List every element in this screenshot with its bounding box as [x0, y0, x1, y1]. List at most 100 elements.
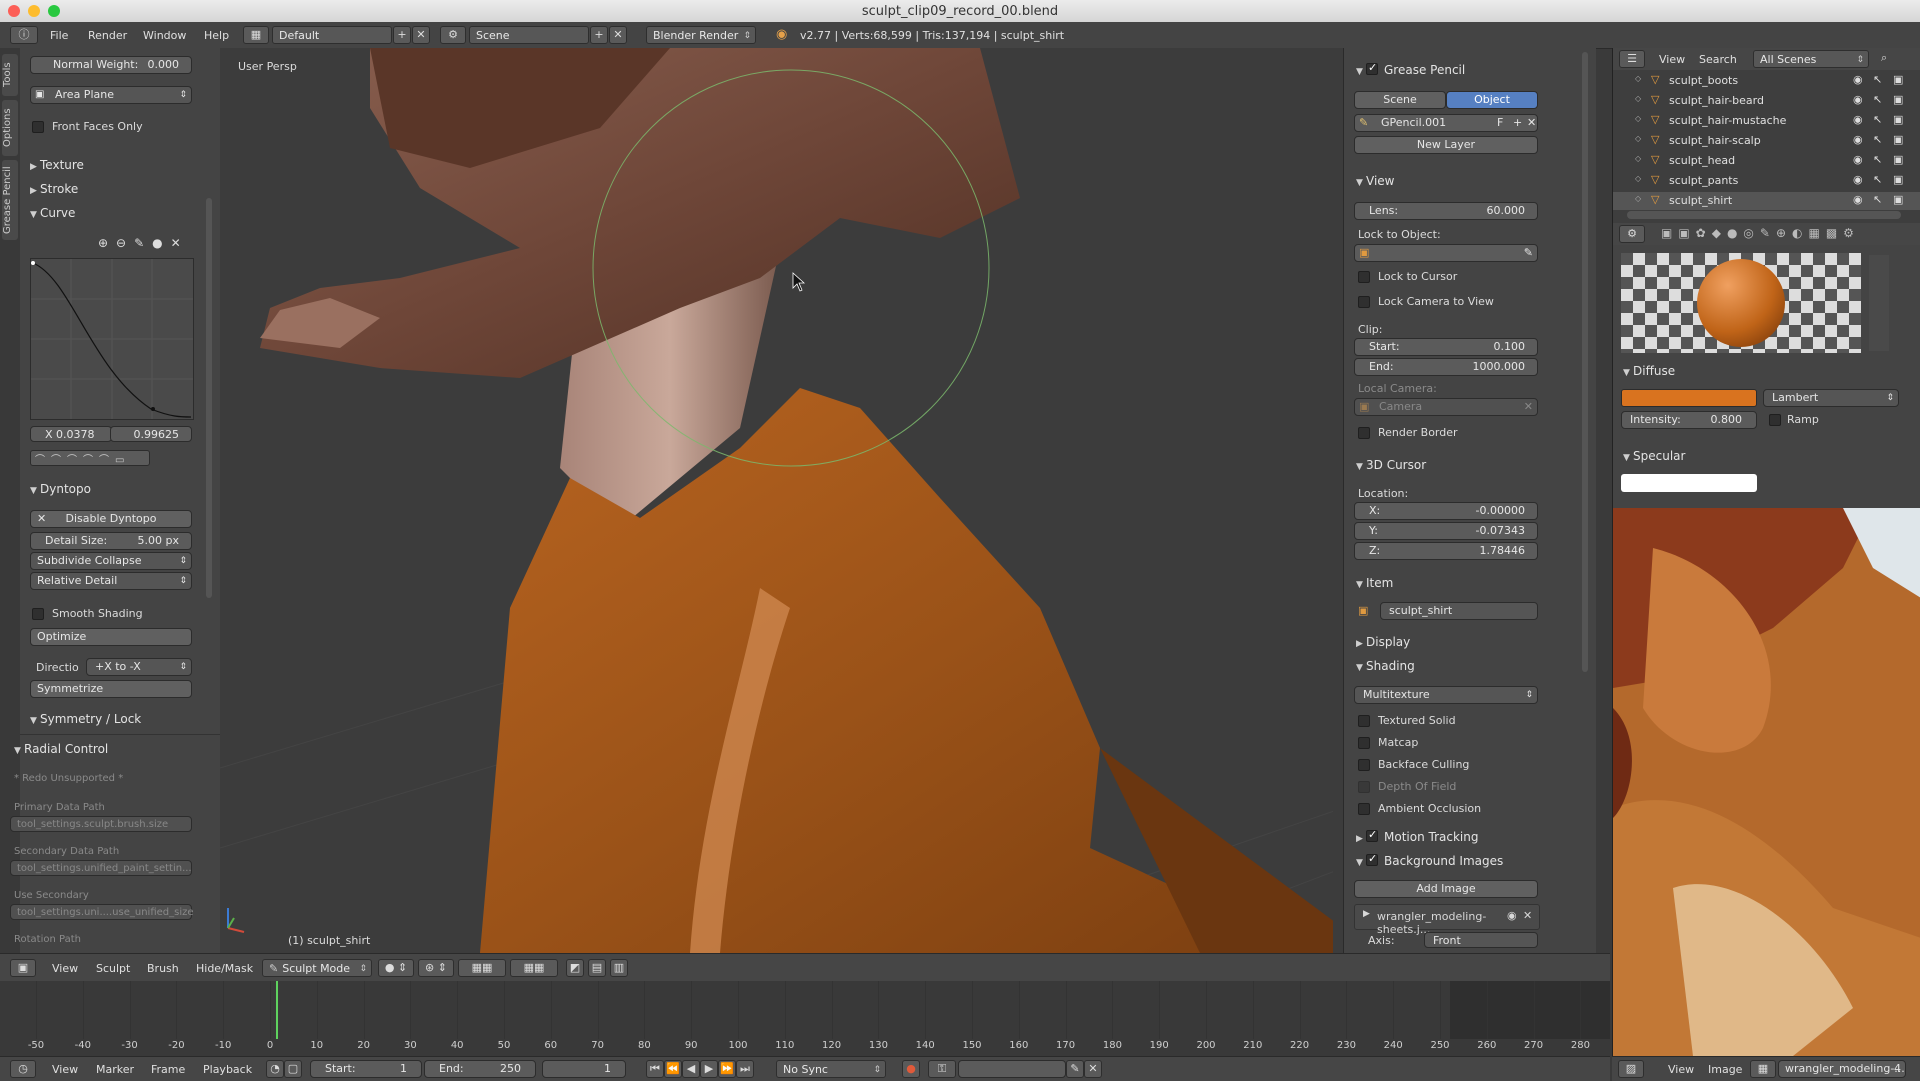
image-menu-view[interactable]: View [1668, 1063, 1694, 1076]
render-camera-icon[interactable]: ▣ [1893, 73, 1903, 86]
subdivide-collapse-dropdown[interactable]: Subdivide Collapse ⇕ [30, 552, 192, 570]
primary-data-path-field[interactable]: tool_settings.sculpt.brush.size [10, 816, 192, 832]
outliner-item[interactable]: ◇ ▽ sculpt_boots ◉ ↖ ▣ [1613, 72, 1920, 90]
curve-panel-header[interactable]: ▼ Curve [30, 206, 75, 220]
layer-buttons-2[interactable]: ▦▦ [510, 959, 558, 977]
menu-file[interactable]: File [50, 29, 68, 42]
fake-user-toggle[interactable]: F [1497, 115, 1503, 131]
eye-icon[interactable]: ◉ [1853, 73, 1863, 86]
next-keyframe-icon[interactable]: ⏩ [718, 1060, 736, 1078]
background-images-panel-header[interactable]: ▼ Background Images [1356, 852, 1503, 868]
outliner-item-name[interactable]: sculpt_pants [1669, 174, 1738, 187]
optimize-button[interactable]: Optimize [30, 628, 192, 646]
gpencil-datablock[interactable]: ✎ GPencil.001 F + ✕ [1354, 114, 1538, 132]
relative-detail-dropdown[interactable]: Relative Detail ⇕ [30, 572, 192, 590]
keying-set-icon[interactable]: ⚿ [928, 1060, 956, 1078]
render-camera-icon[interactable]: ▣ [1893, 93, 1903, 106]
record-icon[interactable]: ● [902, 1060, 920, 1078]
render-engine-dropdown[interactable]: Blender Render ⇕ [646, 26, 756, 44]
start-frame-field[interactable]: Start: 1 [310, 1060, 422, 1078]
tool-shelf-scrollbar[interactable] [206, 198, 212, 598]
matcap-checkbox[interactable] [1358, 737, 1370, 749]
image-menu-image[interactable]: Image [1708, 1063, 1742, 1076]
lock-range-icon[interactable]: ▢ [284, 1060, 302, 1078]
area-plane-dropdown[interactable]: ▣ Area Plane ⇕ [30, 86, 192, 104]
curve-x-field[interactable]: X 0.0378 [30, 426, 112, 442]
search-icon[interactable]: ⌕ [1881, 51, 1887, 65]
current-frame-field[interactable]: 1 [542, 1060, 626, 1078]
render-preview-icon[interactable]: ◩ [566, 959, 584, 977]
stroke-panel-header[interactable]: ▶ Stroke [30, 182, 78, 196]
motion-tracking-checkbox[interactable] [1366, 828, 1378, 842]
timeline[interactable]: -50 -40 -30 -20 -10 0 10 20 30 40 50 60 70 80 90 100 110… [0, 981, 1610, 1056]
menu-window[interactable]: Window [143, 29, 186, 42]
viewport-shading-icon[interactable]: ● ⇕ [378, 959, 414, 977]
3d-viewport[interactable]: User Persp (1) sculpt_shirt [220, 48, 1343, 953]
editor-type-icon[interactable]: ⓘ [10, 26, 38, 44]
screen-layout-icon[interactable]: ▦ [243, 26, 269, 44]
shading-panel-header[interactable]: ▼ Shading [1356, 659, 1415, 673]
interaction-mode-dropdown[interactable]: ✎ Sculpt Mode ⇕ [262, 959, 372, 977]
image-editor[interactable] [1612, 508, 1920, 1056]
prev-keyframe-icon[interactable]: ⏪ [664, 1060, 682, 1078]
expand-triangle-icon[interactable]: ◇ [1635, 174, 1641, 183]
image-datablock-field[interactable]: wrangler_modeling-... 4 [1778, 1060, 1906, 1078]
view-panel-header[interactable]: ▼ View [1356, 174, 1394, 188]
add-scene-icon[interactable]: + [590, 26, 608, 44]
outliner-editor-icon[interactable]: ☰ [1619, 50, 1645, 68]
expand-triangle-icon[interactable]: ◇ [1635, 114, 1641, 123]
axis-dropdown[interactable]: Front [1424, 932, 1538, 948]
cursor-select-icon[interactable]: ↖ [1873, 73, 1882, 86]
tab-object-grease[interactable]: Object [1446, 91, 1538, 109]
eye-icon[interactable]: ◉ [1853, 193, 1863, 206]
close-icon[interactable]: ✕ [1527, 115, 1536, 131]
display-panel-header[interactable]: ▶ Display [1356, 635, 1410, 649]
outliner-item[interactable]: ◇ ▽ sculpt_hair-mustache ◉ ↖ ▣ [1613, 112, 1920, 130]
delete-keyframe-icon[interactable]: ✕ [1084, 1060, 1102, 1078]
remove-layout-icon[interactable]: ✕ [412, 26, 430, 44]
screen-layout-dropdown[interactable]: Default [272, 26, 392, 44]
properties-scrollbar[interactable] [1582, 52, 1588, 672]
active-keying-set-field[interactable] [958, 1060, 1066, 1078]
play-reverse-icon[interactable]: ◀ [682, 1060, 700, 1078]
render-border-checkbox[interactable] [1358, 427, 1370, 439]
new-layer-button[interactable]: New Layer [1354, 136, 1538, 154]
3d-menu-view[interactable]: View [52, 962, 78, 975]
eye-icon[interactable]: ◉ [1853, 93, 1863, 106]
tab-options[interactable]: Options [2, 100, 18, 156]
curve-tools-icons[interactable]: ⊕⊖✎●✕ [98, 236, 189, 250]
diffuse-color-swatch[interactable] [1621, 389, 1757, 407]
expand-triangle-icon[interactable]: ◇ [1635, 194, 1641, 203]
jump-end-icon[interactable]: ⏭ [736, 1060, 754, 1078]
layer-buttons-1[interactable]: ▦▦ [458, 959, 506, 977]
remove-scene-icon[interactable]: ✕ [609, 26, 627, 44]
expand-triangle-icon[interactable]: ◇ [1635, 154, 1641, 163]
sync-mode-dropdown[interactable]: No Sync ⇕ [776, 1060, 886, 1078]
texture-panel-header[interactable]: ▶ Texture [30, 158, 84, 172]
outliner-item-name[interactable]: sculpt_hair-mustache [1669, 114, 1786, 127]
outliner-display-dropdown[interactable]: All Scenes ⇕ [1753, 50, 1869, 68]
close-icon[interactable]: ✕ [1523, 909, 1532, 922]
diffuse-intensity-field[interactable]: Intensity: 0.800 [1621, 411, 1757, 429]
lens-field[interactable]: Lens: 60.000 [1354, 202, 1538, 220]
dyntopo-panel-header[interactable]: ▼ Dyntopo [30, 482, 91, 496]
specular-color-swatch[interactable] [1621, 474, 1757, 492]
cursor-select-icon[interactable]: ↖ [1873, 93, 1882, 106]
detail-size-field[interactable]: Detail Size: 5.00 px [30, 532, 192, 550]
timeline-menu-playback[interactable]: Playback [203, 1063, 252, 1076]
symmetrize-button[interactable]: Symmetrize [30, 680, 192, 698]
item-panel-header[interactable]: ▼ Item [1356, 576, 1393, 590]
outliner-item-name[interactable]: sculpt_boots [1669, 74, 1738, 87]
insert-keyframe-icon[interactable]: ✎ [1066, 1060, 1084, 1078]
tab-scene-grease[interactable]: Scene [1354, 91, 1446, 109]
timeline-menu-view[interactable]: View [52, 1063, 78, 1076]
ambient-occlusion-checkbox[interactable] [1358, 803, 1370, 815]
render-camera-icon[interactable]: ▣ [1893, 173, 1903, 186]
outliner-item-name[interactable]: sculpt_shirt [1669, 194, 1732, 207]
add-icon[interactable]: + [1513, 115, 1522, 131]
timeline-editor-icon[interactable]: ◷ [10, 1060, 36, 1078]
cursor-select-icon[interactable]: ↖ [1873, 153, 1882, 166]
opengl-anim-icon[interactable]: ▥ [610, 959, 628, 977]
3d-view-editor-icon[interactable]: ▣ [10, 959, 36, 977]
render-camera-icon[interactable]: ▣ [1893, 193, 1903, 206]
